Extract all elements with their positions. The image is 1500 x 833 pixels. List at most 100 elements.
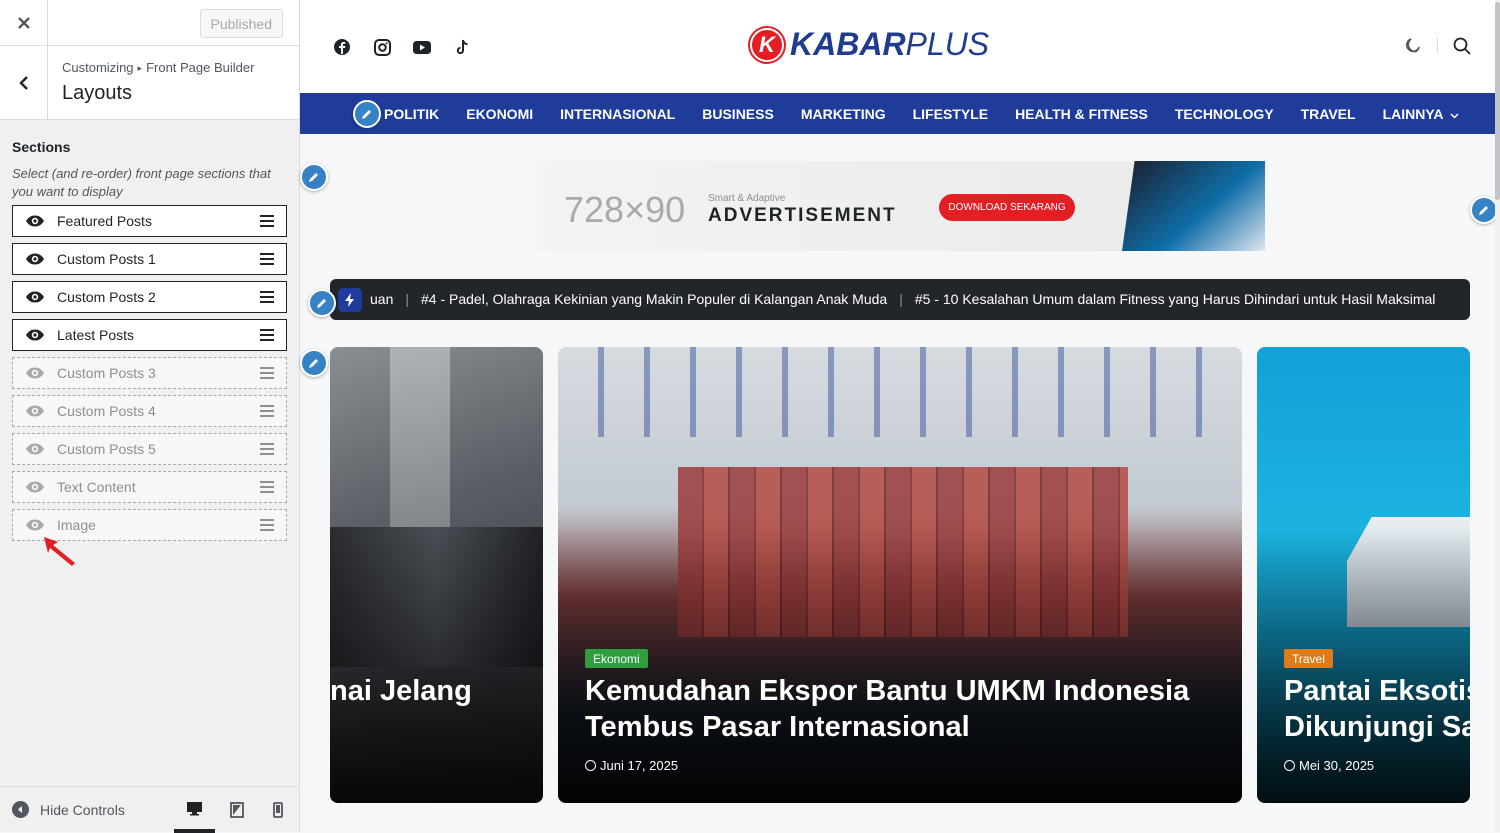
logo-suffix: PLUS — [905, 26, 990, 62]
section-item[interactable]: Text Content — [12, 471, 287, 503]
featured-card[interactable]: Travel Pantai Eksotis Dikunjungi Sa Mei … — [1257, 347, 1470, 803]
nav-item-label: EKONOMI — [466, 105, 534, 122]
eye-icon[interactable] — [25, 252, 45, 266]
section-label: Custom Posts 1 — [57, 251, 156, 267]
section-item[interactable]: Custom Posts 5 — [12, 433, 287, 465]
edit-shortcut-button[interactable] — [308, 289, 336, 317]
drag-handle-icon[interactable] — [260, 291, 274, 303]
eye-icon[interactable] — [25, 404, 45, 418]
eye-icon[interactable] — [25, 480, 45, 494]
drag-handle-icon[interactable] — [260, 367, 274, 379]
featured-card[interactable]: nai Jelang — [330, 347, 543, 803]
close-icon — [17, 17, 30, 29]
ad-download-button[interactable]: DOWNLOAD SEKARANG — [939, 194, 1075, 221]
desktop-preview-button[interactable] — [174, 787, 215, 833]
desktop-icon — [187, 801, 202, 815]
section-item[interactable]: Custom Posts 1 — [12, 243, 287, 275]
site-header: K KABARPLUS — [300, 0, 1500, 93]
ticker-text[interactable]: uan | #4 - Padel, Olahraga Kekinian yang M… — [370, 291, 1435, 307]
search-button[interactable] — [1453, 37, 1471, 60]
eye-icon[interactable] — [25, 518, 45, 532]
nav-item[interactable]: TRAVEL — [1301, 106, 1356, 122]
breadcrumb: Customizing ▸ Front Page Builder — [62, 60, 254, 75]
youtube-link[interactable] — [412, 37, 432, 57]
nav-item[interactable]: HEALTH & FITNESS — [1015, 106, 1148, 122]
panel-header: Customizing ▸ Front Page Builder Layouts — [0, 46, 299, 120]
card-title[interactable]: Kemudahan Ekspor Bantu UMKM Indonesia Te… — [585, 673, 1225, 745]
preview-scrollbar[interactable] — [1495, 0, 1500, 832]
dark-mode-toggle[interactable] — [1404, 37, 1421, 59]
edit-shortcut-button[interactable] — [300, 349, 328, 377]
nav-item[interactable]: BUSINESS — [702, 106, 774, 122]
card-title[interactable]: nai Jelang — [330, 673, 543, 709]
eye-icon[interactable] — [25, 328, 45, 342]
instagram-link[interactable] — [372, 37, 392, 57]
facebook-link[interactable] — [332, 37, 352, 57]
card-title[interactable]: Pantai Eksotis Dikunjungi Sa — [1284, 673, 1470, 745]
edit-shortcut-button[interactable] — [1470, 196, 1498, 224]
breadcrumb-item: Customizing — [62, 60, 134, 75]
site-logo[interactable]: K KABARPLUS — [750, 26, 989, 63]
chevron-left-icon — [18, 75, 28, 90]
edit-shortcut-button[interactable] — [353, 100, 381, 128]
ticker-item[interactable]: #5 - 10 Kesalahan Umum dalam Fitness yan… — [915, 291, 1436, 307]
drag-handle-icon[interactable] — [260, 329, 274, 341]
mobile-preview-button[interactable] — [257, 787, 298, 833]
tiktok-link[interactable] — [452, 37, 472, 57]
eye-icon[interactable] — [25, 442, 45, 456]
section-item[interactable]: Custom Posts 3 — [12, 357, 287, 389]
nav-item[interactable]: TECHNOLOGY — [1175, 106, 1274, 122]
lightning-icon — [338, 288, 362, 312]
eye-icon[interactable] — [25, 366, 45, 380]
category-badge[interactable]: Travel — [1284, 649, 1333, 668]
eye-icon[interactable] — [25, 290, 45, 304]
red-arrow-pointer — [44, 537, 75, 566]
section-label: Image — [57, 517, 96, 533]
drag-handle-icon[interactable] — [260, 443, 274, 455]
scrollbar-thumb[interactable] — [1495, 2, 1500, 200]
close-customizer-button[interactable] — [0, 0, 48, 46]
section-item[interactable]: Custom Posts 4 — [12, 395, 287, 427]
drag-handle-icon[interactable] — [260, 481, 274, 493]
ad-headline: ADVERTISEMENT — [708, 205, 897, 226]
drag-handle-icon[interactable] — [260, 405, 274, 417]
eye-icon[interactable] — [25, 214, 45, 228]
featured-card[interactable]: Ekonomi Kemudahan Ekspor Bantu UMKM Indo… — [558, 347, 1242, 803]
nav-item[interactable]: EKONOMI — [466, 106, 533, 122]
ticker-item[interactable]: uan — [370, 291, 393, 307]
section-label: Featured Posts — [57, 213, 152, 229]
published-button[interactable]: Published — [199, 9, 283, 38]
customizer-sidebar: Published Customizing ▸ Front Page Builder… — [0, 0, 300, 833]
pencil-icon — [1479, 206, 1488, 215]
section-label: Custom Posts 3 — [57, 365, 156, 381]
category-badge[interactable]: Ekonomi — [585, 649, 648, 668]
back-button[interactable] — [0, 46, 48, 119]
tiktok-icon — [456, 39, 468, 54]
drag-handle-icon[interactable] — [260, 519, 274, 531]
hide-controls-button[interactable]: Hide Controls — [12, 801, 125, 818]
nav-item[interactable]: INTERNASIONAL — [560, 106, 675, 122]
site-preview: K KABARPLUS POLITIK EKONOMI INTERNASIONAL B… — [300, 0, 1500, 832]
search-icon — [1453, 37, 1471, 55]
ticker-separator: | — [405, 291, 409, 307]
ticker-item[interactable]: #4 - Padel, Olahraga Kekinian yang Makin… — [421, 291, 887, 307]
advertisement-banner[interactable]: 728×90 Smart & Adaptive ADVERTISEMENT DO… — [537, 161, 1265, 251]
section-label: Custom Posts 2 — [57, 289, 156, 305]
card-date-text: Juni 17, 2025 — [600, 758, 679, 773]
drag-handle-icon[interactable] — [260, 253, 274, 265]
chevron-down-icon — [1449, 111, 1459, 122]
edit-shortcut-button[interactable] — [300, 163, 328, 191]
section-item[interactable]: Custom Posts 2 — [12, 281, 287, 313]
nav-item[interactable]: MARKETING — [801, 106, 886, 122]
nav-item[interactable]: LIFESTYLE — [913, 106, 988, 122]
card-date-text: Mei 30, 2025 — [1299, 758, 1375, 773]
hide-controls-label: Hide Controls — [40, 801, 125, 818]
section-item[interactable]: Featured Posts — [12, 205, 287, 237]
tablet-icon — [229, 802, 244, 818]
pencil-icon — [317, 299, 326, 308]
section-item[interactable]: Latest Posts — [12, 319, 287, 351]
drag-handle-icon[interactable] — [260, 215, 274, 227]
nav-item[interactable]: LAINNYA — [1383, 106, 1459, 122]
tablet-preview-button[interactable] — [216, 787, 257, 833]
nav-item[interactable]: POLITIK — [384, 106, 439, 122]
